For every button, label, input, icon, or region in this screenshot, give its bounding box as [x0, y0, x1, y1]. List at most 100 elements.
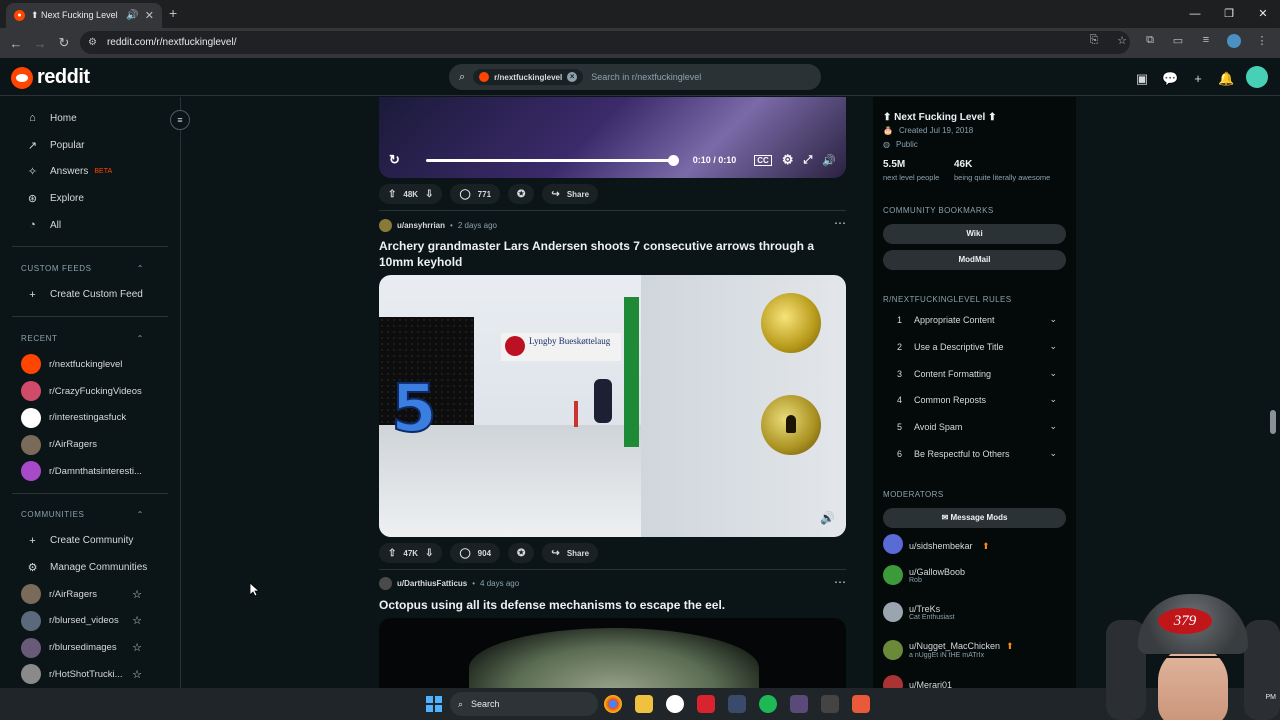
share-button[interactable]: ↪ Share: [542, 543, 599, 563]
site-info-icon[interactable]: ⚙: [88, 37, 97, 48]
favorite-star-icon[interactable]: ☆: [132, 588, 142, 601]
post-author[interactable]: u/DarthiusFatticus: [397, 579, 467, 588]
create-post-icon[interactable]: +: [1190, 71, 1206, 86]
spotify-icon[interactable]: [759, 695, 777, 713]
comments-button[interactable]: ◯ 771: [450, 184, 501, 204]
app-icon[interactable]: [821, 695, 839, 713]
notifications-icon[interactable]: 🔔: [1218, 71, 1234, 87]
file-explorer-icon[interactable]: [635, 695, 653, 713]
forward-icon[interactable]: →: [28, 36, 52, 51]
subreddit-search-chip[interactable]: r/nextfuckinglevel ×: [473, 69, 584, 85]
app-icon[interactable]: [728, 695, 746, 713]
create-community[interactable]: + Create Community: [0, 528, 180, 555]
rule-item[interactable]: 3 Content Formatting ⌄: [897, 368, 1057, 379]
moderator-item[interactable]: u/sidshembekar ⬆: [883, 534, 990, 554]
share-button[interactable]: ↪ Share: [542, 184, 599, 204]
chatgpt-icon[interactable]: [666, 695, 684, 713]
post-title[interactable]: Octopus using all its defense mechanisms…: [379, 597, 839, 613]
install-app-icon[interactable]: ⎘: [1086, 34, 1102, 51]
recent-item[interactable]: r/nextfuckinglevel: [0, 351, 180, 378]
message-mods-button[interactable]: ✉ Message Mods: [883, 508, 1066, 528]
nav-answers[interactable]: ✧ Answers BETA: [0, 158, 180, 185]
communities-header[interactable]: COMMUNITIES ⌃: [0, 502, 180, 528]
taskbar-search[interactable]: ⌕ Search: [450, 692, 598, 716]
bookmark-star-icon[interactable]: ☆: [1114, 34, 1130, 51]
wps-icon[interactable]: [697, 695, 715, 713]
close-tab-icon[interactable]: ✕: [145, 9, 154, 22]
rule-item[interactable]: 2 Use a Descriptive Title ⌄: [897, 341, 1057, 352]
new-tab-icon[interactable]: +: [169, 5, 177, 21]
upvote-icon[interactable]: ⇧: [388, 548, 396, 559]
chrome-icon[interactable]: [604, 695, 622, 713]
award-button[interactable]: ✪: [508, 184, 535, 204]
app-icon[interactable]: [852, 695, 870, 713]
wiki-button[interactable]: Wiki: [883, 224, 1066, 244]
page-scrollbar[interactable]: [1270, 410, 1276, 434]
windows-start-icon[interactable]: [426, 696, 442, 712]
modmail-button[interactable]: ModMail: [883, 250, 1066, 270]
post-options-icon[interactable]: ⋯: [834, 216, 846, 230]
volume-icon[interactable]: 🔊: [820, 511, 836, 527]
downvote-icon[interactable]: ⇩: [425, 548, 433, 559]
community-item[interactable]: r/HotShotTrucki... ☆: [0, 661, 180, 688]
downvote-icon[interactable]: ⇩: [425, 189, 433, 200]
user-avatar[interactable]: [1246, 66, 1268, 91]
favorite-star-icon[interactable]: ☆: [132, 614, 142, 627]
rule-item[interactable]: 1 Appropriate Content ⌄: [897, 314, 1057, 325]
community-item[interactable]: r/blursedimages ☆: [0, 634, 180, 661]
close-window-icon[interactable]: ✕: [1246, 0, 1280, 28]
replay-icon[interactable]: ↻: [389, 152, 400, 168]
favorite-star-icon[interactable]: ☆: [132, 641, 142, 654]
recent-item[interactable]: r/CrazyFuckingVideos: [0, 378, 180, 405]
side-panel-icon[interactable]: ▭: [1170, 34, 1186, 51]
post-video[interactable]: [379, 618, 846, 688]
volume-icon[interactable]: 🔊: [822, 154, 836, 167]
award-button[interactable]: ✪: [508, 543, 535, 563]
fullscreen-icon[interactable]: ⤢: [803, 154, 812, 167]
community-item[interactable]: r/blursed_videos ☆: [0, 608, 180, 635]
moderator-item[interactable]: u/Merari01: [883, 675, 952, 688]
reload-icon[interactable]: ↻: [52, 35, 76, 51]
moderator-item[interactable]: u/GallowBoob Rob: [883, 565, 965, 585]
address-bar[interactable]: ⚙ reddit.com/r/nextfuckinglevel/: [80, 31, 1130, 54]
nav-popular[interactable]: ↗ Popular: [0, 132, 180, 159]
community-item[interactable]: r/AirRagers ☆: [0, 581, 180, 608]
advertise-icon[interactable]: ▣: [1134, 71, 1150, 87]
extensions-icon[interactable]: ⧉: [1142, 34, 1158, 51]
maximize-icon[interactable]: ❐: [1212, 0, 1246, 28]
video-player[interactable]: ↻ 0:10 / 0:10 CC ⚙ ⤢ 🔊: [379, 97, 846, 178]
post-title[interactable]: Archery grandmaster Lars Andersen shoots…: [379, 238, 839, 270]
manage-communities[interactable]: ⚙ Manage Communities: [0, 554, 180, 581]
favorite-star-icon[interactable]: ☆: [132, 668, 142, 681]
recent-item[interactable]: r/AirRagers: [0, 431, 180, 458]
clear-chip-icon[interactable]: ×: [567, 72, 578, 82]
search-bar[interactable]: ⌕ r/nextfuckinglevel × Search in r/nextf…: [449, 64, 821, 90]
nav-all[interactable]: ◔ All: [0, 212, 180, 239]
rule-item[interactable]: 5 Avoid Spam ⌄: [897, 421, 1057, 432]
browser-tab[interactable]: ● ⬆ Next Fucking Level ⬆ 🔊 ✕: [6, 3, 162, 28]
reddit-logo[interactable]: reddit: [11, 66, 90, 89]
post-options-icon[interactable]: ⋯: [834, 575, 846, 589]
minimize-icon[interactable]: —: [1178, 0, 1212, 28]
moderator-item[interactable]: u/TreKs Cat Enthusiast: [883, 602, 955, 622]
app-icon[interactable]: [790, 695, 808, 713]
speaker-icon[interactable]: 🔊: [126, 10, 138, 21]
back-icon[interactable]: ←: [4, 36, 28, 51]
comments-button[interactable]: ◯ 904: [450, 543, 501, 563]
menu-icon[interactable]: ⋮: [1254, 34, 1270, 51]
rule-item[interactable]: 6 Be Respectful to Others ⌄: [897, 448, 1057, 459]
create-custom-feed[interactable]: + Create Custom Feed: [0, 281, 180, 308]
video-progress-bar[interactable]: [425, 154, 679, 166]
rule-item[interactable]: 4 Common Reposts ⌄: [897, 394, 1057, 405]
post-image[interactable]: Lyngby Bueskøttelaug 5 🔊: [379, 275, 846, 537]
progress-knob[interactable]: [667, 154, 679, 166]
recent-item[interactable]: r/Damnthatsinteresti...: [0, 458, 180, 485]
recent-header[interactable]: RECENT ⌃: [0, 325, 180, 351]
chat-icon[interactable]: 💬: [1162, 71, 1178, 87]
recent-item[interactable]: r/interestingasfuck: [0, 405, 180, 432]
upvote-icon[interactable]: ⇧: [388, 189, 396, 200]
post-author[interactable]: u/ansyhrrian: [397, 221, 445, 230]
nav-home[interactable]: ⌂ Home: [0, 105, 180, 132]
tab-search-icon[interactable]: ≡: [1198, 34, 1214, 51]
custom-feeds-header[interactable]: CUSTOM FEEDS ⌃: [0, 255, 180, 281]
